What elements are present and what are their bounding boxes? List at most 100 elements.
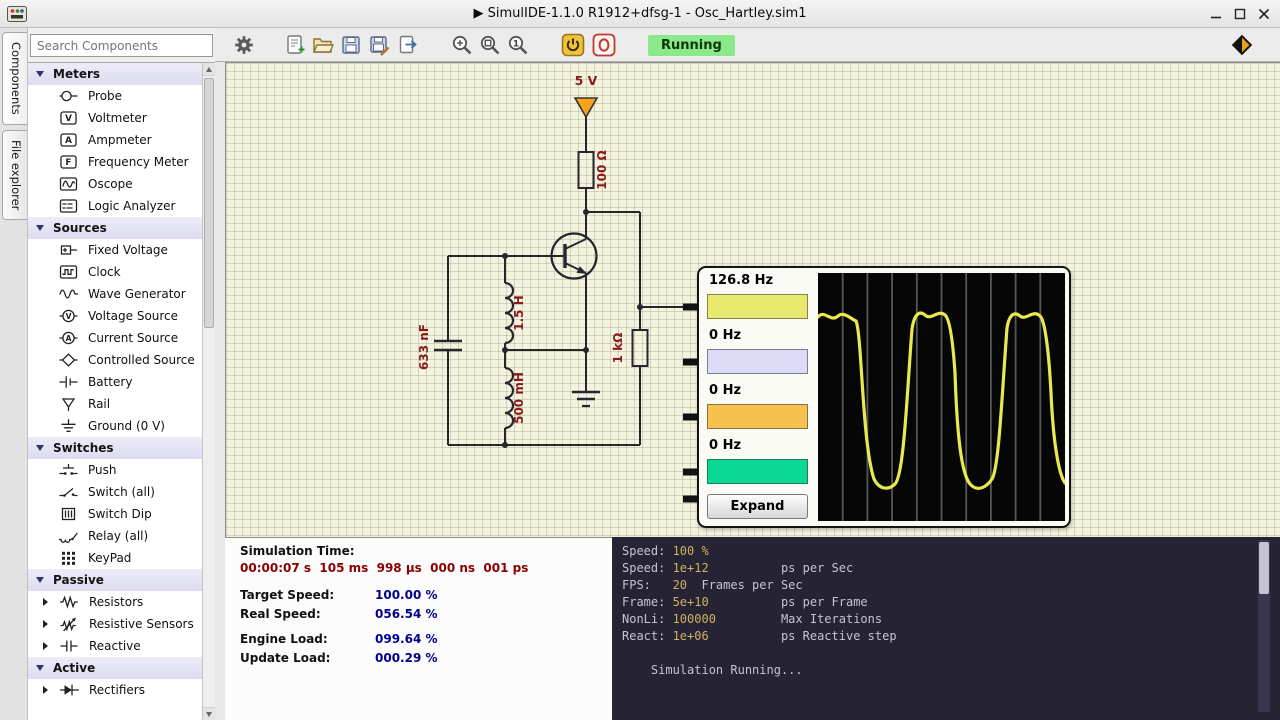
- titlebar[interactable]: ▶ SimulIDE-1.1.0 R1912+dfsg-1 - Osc_Hart…: [0, 0, 1280, 28]
- r1-label: 100 Ω: [595, 150, 609, 189]
- section-meters[interactable]: Meters: [28, 63, 202, 85]
- component-list: Meters Probe VVoltmeter AAmpmeter FFrequ…: [28, 62, 202, 720]
- gear-icon[interactable]: [232, 33, 256, 57]
- components-scrollbar[interactable]: [202, 62, 215, 720]
- component-item-wave-generator[interactable]: Wave Generator: [28, 283, 202, 305]
- expand-button[interactable]: Expand: [707, 494, 808, 519]
- component-item-label: Relay (all): [88, 529, 148, 543]
- component-item-keypad[interactable]: KeyPad: [28, 547, 202, 569]
- maximize-button[interactable]: [1230, 6, 1250, 22]
- rail-icon: [58, 395, 79, 413]
- switch-icon: [58, 483, 79, 501]
- component-item-oscope[interactable]: Oscope: [28, 173, 202, 195]
- component-group-resistive-sensors[interactable]: Resistive Sensors: [28, 613, 202, 635]
- export-circuit-icon[interactable]: [396, 33, 420, 57]
- power-off-icon[interactable]: [592, 33, 616, 57]
- zoom-one-icon[interactable]: 1: [506, 33, 530, 57]
- section-label: Active: [53, 661, 95, 675]
- r2-label: 1 kΩ: [611, 333, 625, 364]
- minimize-button[interactable]: [1206, 6, 1226, 22]
- freq-meter-pins[interactable]: [683, 304, 698, 503]
- component-group-reactive[interactable]: Reactive: [28, 635, 202, 657]
- component-item-logic-analyzer[interactable]: Logic Analyzer: [28, 195, 202, 217]
- component-item-fixed-voltage[interactable]: Fixed Voltage: [28, 239, 202, 261]
- component-item-label: Push: [88, 463, 117, 477]
- open-circuit-icon[interactable]: [311, 33, 335, 57]
- section-passive[interactable]: Passive: [28, 569, 202, 591]
- section-label: Switches: [53, 441, 114, 455]
- maximize-icon: [1234, 8, 1246, 20]
- expand-arrow-icon: [43, 598, 48, 606]
- console-panel: Speed: 100 % Speed: 1e+12 ps per Sec FPS…: [612, 537, 1280, 720]
- tab-file-explorer[interactable]: File explorer: [2, 130, 27, 220]
- left-tabstrip: Components File explorer: [0, 28, 28, 720]
- scope-display: [818, 273, 1065, 521]
- new-circuit-icon[interactable]: [283, 33, 307, 57]
- save-as-circuit-icon[interactable]: [367, 33, 391, 57]
- component-item-controlled-source[interactable]: Controlled Source: [28, 349, 202, 371]
- ground-symbol[interactable]: [572, 392, 600, 406]
- component-item-battery[interactable]: Battery: [28, 371, 202, 393]
- circuit-canvas[interactable]: 5 V 100 Ω 633 nF: [225, 62, 1280, 537]
- window-title: ▶ SimulIDE-1.1.0 R1912+dfsg-1 - Osc_Hart…: [0, 6, 1280, 21]
- inductor-l2[interactable]: 500 mH: [505, 368, 526, 428]
- collapse-arrow-icon: [36, 71, 44, 77]
- component-item-probe[interactable]: Probe: [28, 85, 202, 107]
- zoom-fit-icon[interactable]: [478, 33, 502, 57]
- component-item-voltage-source[interactable]: VVoltage Source: [28, 305, 202, 327]
- freq-reading-1: 126.8 Hz: [709, 273, 773, 288]
- zoom-in-icon[interactable]: [450, 33, 474, 57]
- component-group-resistors[interactable]: Resistors: [28, 591, 202, 613]
- tab-components[interactable]: Components: [2, 32, 27, 125]
- frequency-meter-panel[interactable]: 126.8 Hz 0 Hz 0 Hz 0 Hz Expand: [697, 266, 1071, 528]
- oscope-icon: [58, 175, 79, 193]
- component-item-ground[interactable]: Ground (0 V): [28, 415, 202, 437]
- section-switches[interactable]: Switches: [28, 437, 202, 459]
- voltage-source-icon: V: [58, 307, 79, 325]
- scroll-up-icon[interactable]: [203, 63, 215, 76]
- component-item-push[interactable]: Push: [28, 459, 202, 481]
- component-item-rail[interactable]: Rail: [28, 393, 202, 415]
- component-item-label: Voltmeter: [88, 111, 147, 125]
- controlled-source-icon: [58, 351, 79, 369]
- oscilloscope-screen[interactable]: [818, 273, 1065, 521]
- update-load-value: 000.29 %: [375, 651, 438, 665]
- transistor[interactable]: [546, 234, 597, 279]
- console-line: NonLi: 100000 Max Iterations: [622, 611, 1270, 628]
- section-active[interactable]: Active: [28, 657, 202, 679]
- component-group-rectifiers[interactable]: Rectifiers: [28, 679, 202, 701]
- simulide-window: ▶ SimulIDE-1.1.0 R1912+dfsg-1 - Osc_Hart…: [0, 0, 1280, 720]
- toggle-panel-icon[interactable]: [1230, 33, 1254, 57]
- section-sources[interactable]: Sources: [28, 217, 202, 239]
- real-speed-value: 056.54 %: [375, 607, 438, 621]
- console-scrollbar[interactable]: [1258, 540, 1270, 712]
- component-item-switch-all[interactable]: Switch (all): [28, 481, 202, 503]
- probe-icon: [58, 87, 79, 105]
- close-button[interactable]: [1254, 6, 1274, 22]
- expand-arrow-icon: [43, 620, 48, 628]
- component-item-label: Frequency Meter: [88, 155, 189, 169]
- voltage-rail[interactable]: 5 V: [575, 73, 598, 117]
- resistor-r2[interactable]: 1 kΩ: [611, 330, 648, 366]
- component-item-relay[interactable]: Relay (all): [28, 525, 202, 547]
- console-scrollbar-thumb[interactable]: [1259, 542, 1269, 594]
- inductor-l1[interactable]: 1.5 H: [505, 283, 526, 343]
- component-item-current-source[interactable]: ACurrent Source: [28, 327, 202, 349]
- component-item-frequency-meter[interactable]: FFrequency Meter: [28, 151, 202, 173]
- component-item-ampmeter[interactable]: AAmpmeter: [28, 129, 202, 151]
- power-on-icon[interactable]: [561, 33, 585, 57]
- capacitor-c1[interactable]: 633 nF: [417, 324, 462, 370]
- scroll-down-icon[interactable]: [203, 707, 215, 720]
- save-circuit-icon[interactable]: [339, 33, 363, 57]
- scrollbar-thumb[interactable]: [204, 78, 214, 328]
- wave-generator-icon: [58, 285, 79, 303]
- component-item-switch-dip[interactable]: Switch Dip: [28, 503, 202, 525]
- resistor-r1[interactable]: 100 Ω: [579, 150, 610, 189]
- component-item-voltmeter[interactable]: VVoltmeter: [28, 107, 202, 129]
- ground-icon: [58, 417, 79, 435]
- component-item-clock[interactable]: Clock: [28, 261, 202, 283]
- search-input[interactable]: [30, 34, 213, 57]
- wires[interactable]: [448, 117, 684, 445]
- component-item-label: Reactive: [89, 639, 141, 653]
- running-status-badge: Running: [648, 35, 735, 56]
